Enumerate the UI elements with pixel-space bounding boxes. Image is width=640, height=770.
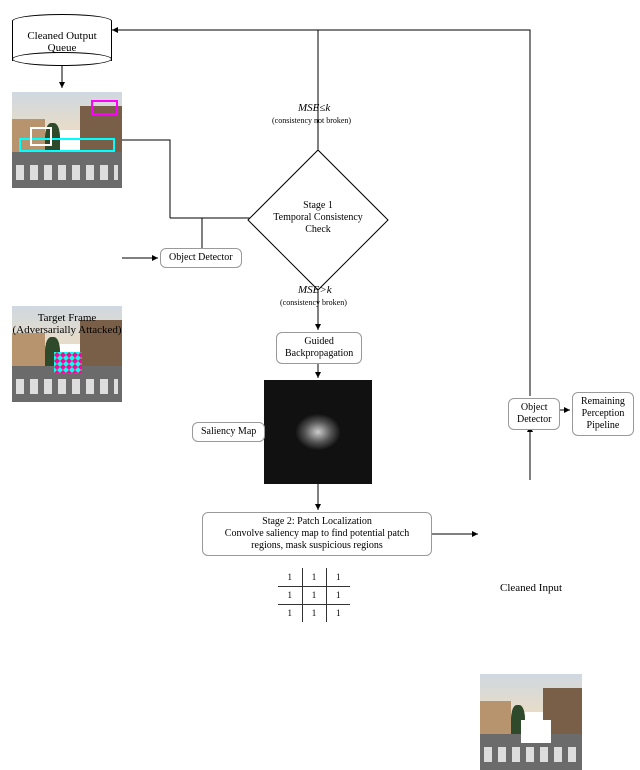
cleaned-output-queue: Cleaned Output Queue <box>12 14 112 66</box>
mse-gt-label: MSE>k <box>298 284 332 296</box>
object-detector-label-2: Object Detector <box>508 398 560 430</box>
stage2-label: Stage 2: Patch Localization Convolve sal… <box>202 512 432 556</box>
remaining-pipeline-label: Remaining Perception Pipeline <box>572 392 634 436</box>
cleaned-input-image <box>480 674 582 770</box>
stage1-label: Stage 1 Temporal Consistency Check <box>258 200 378 236</box>
mse-gt-note: (consistency broken) <box>280 298 347 307</box>
target-frame-label: Target Frame (Adversarially Attacked) <box>0 312 134 336</box>
mse-le-note: (consistency not broken) <box>272 116 351 125</box>
guided-backprop-label: Guided Backpropagation <box>276 332 362 364</box>
convolution-kernel: 111 111 111 <box>278 568 350 622</box>
saliency-map-label: Saliency Map <box>192 422 265 442</box>
cleaned-input-label: Cleaned Input <box>480 582 582 594</box>
saliency-map-image <box>264 380 372 484</box>
previous-frame-image <box>12 92 122 188</box>
object-detector-label-1: Object Detector <box>160 248 242 268</box>
mse-le-label: MSE≤k <box>298 102 330 114</box>
queue-label: Cleaned Output Queue <box>12 30 112 54</box>
